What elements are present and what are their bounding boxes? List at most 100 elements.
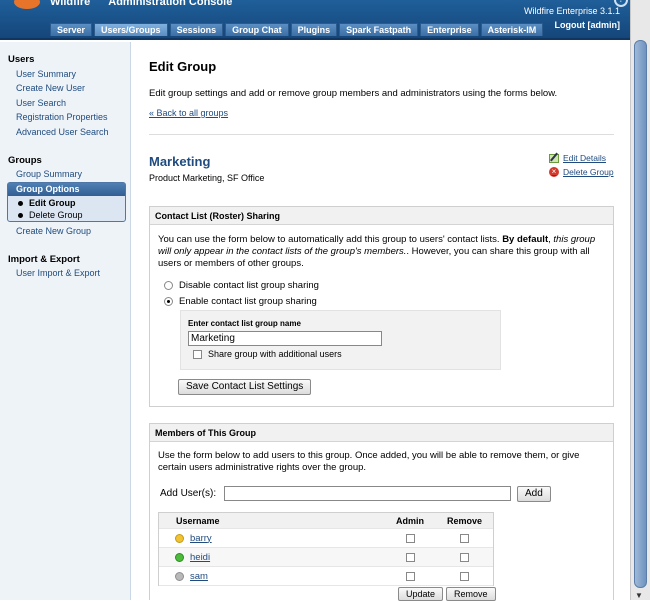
roster-description: You can use the form below to automatica… <box>158 234 603 270</box>
radio-button[interactable] <box>164 281 173 290</box>
delete-group-link[interactable]: × Delete Group <box>549 167 614 177</box>
status-offline-icon <box>175 571 184 581</box>
scroll-thumb[interactable] <box>634 40 647 588</box>
tab-group-chat[interactable]: Group Chat <box>225 23 289 36</box>
remove-cell <box>436 552 493 562</box>
group-description: Product Marketing, SF Office <box>149 173 265 183</box>
username-cell: barry <box>159 533 384 544</box>
add-users-label: Add User(s): <box>160 488 217 499</box>
edit-details-link[interactable]: Edit Details <box>549 153 606 163</box>
column-header-admin: Admin <box>396 515 424 526</box>
admin-cell <box>384 552 436 562</box>
sidebar-heading-users: Users <box>8 54 35 65</box>
radio-button[interactable] <box>164 297 173 306</box>
status-online-icon <box>175 552 184 562</box>
username-cell: heidi <box>159 552 384 563</box>
disable-sharing-radio[interactable]: Disable contact list group sharing <box>164 280 319 291</box>
share-additional-checkbox[interactable] <box>193 349 202 359</box>
brand-name: Wildfire <box>50 0 91 8</box>
add-user-button[interactable]: Add <box>517 486 551 502</box>
sidebar-item-registration-properties[interactable]: Registration Properties <box>16 112 108 122</box>
status-away-icon <box>175 533 184 543</box>
sidebar: Users User Summary Create New User User … <box>0 42 131 600</box>
table-row: barry <box>159 529 493 548</box>
radio-label: Disable contact list group sharing <box>179 280 319 291</box>
tab-server[interactable]: Server <box>50 23 93 36</box>
tab-sessions[interactable]: Sessions <box>169 23 224 36</box>
remove-checkbox[interactable] <box>460 571 469 581</box>
tab-asterisk-im[interactable]: Asterisk-IM <box>480 23 544 36</box>
update-button[interactable]: Update <box>398 587 444 601</box>
tab-users-groups[interactable]: Users/Groups <box>94 23 168 36</box>
console-title: Administration Console <box>108 0 233 8</box>
roster-text-1: You can use the form below to automatica… <box>158 234 503 245</box>
column-header-username: Username <box>176 515 220 526</box>
group-options-box: Group Options Edit Group Delete Group <box>7 182 126 222</box>
user-link[interactable]: heidi <box>190 552 210 563</box>
save-contact-list-button[interactable]: Save Contact List Settings <box>178 379 312 395</box>
wildfire-logo-icon <box>14 0 40 9</box>
share-settings-box: Enter contact list group name Share grou… <box>180 310 501 370</box>
members-panel-heading: Members of This Group <box>150 424 613 442</box>
bullet-icon <box>18 213 23 219</box>
scroll-down-arrow-icon[interactable]: ▼ <box>635 591 643 600</box>
sidebar-item-user-search[interactable]: User Search <box>16 98 66 108</box>
sidebar-heading-groups: Groups <box>8 155 42 166</box>
roster-text-bold: By default <box>502 234 549 245</box>
table-row: sam <box>159 567 493 586</box>
bullet-icon <box>18 201 23 207</box>
back-to-groups-link[interactable]: « Back to all groups <box>149 108 228 118</box>
remove-checkbox[interactable] <box>460 533 469 543</box>
sidebar-item-advanced-user-search[interactable]: Advanced User Search <box>16 127 109 137</box>
sidebar-heading-import-export: Import & Export <box>8 254 80 265</box>
sidebar-item-create-new-user[interactable]: Create New User <box>16 83 85 93</box>
sidebar-item-create-new-group[interactable]: Create New Group <box>16 226 91 236</box>
delete-icon: × <box>549 167 559 177</box>
roster-sharing-panel: Contact List (Roster) Sharing You can us… <box>149 206 614 407</box>
group-name: Marketing <box>149 154 211 169</box>
sidebar-item-label: Edit Group <box>29 198 76 208</box>
tab-enterprise[interactable]: Enterprise <box>420 23 479 36</box>
radio-label: Enable contact list group sharing <box>179 296 317 307</box>
admin-cell <box>384 571 436 581</box>
remove-cell <box>436 571 493 581</box>
column-header-remove: Remove <box>446 515 482 526</box>
sidebar-item-delete-group[interactable]: Delete Group <box>18 210 83 220</box>
main-content: Edit Group Edit group settings and add o… <box>131 42 630 601</box>
roster-panel-heading: Contact List (Roster) Sharing <box>150 207 613 225</box>
share-additional-row[interactable]: Share group with additional users <box>193 349 342 359</box>
remove-checkbox[interactable] <box>460 552 469 562</box>
sidebar-item-group-summary[interactable]: Group Summary <box>16 169 82 179</box>
tab-plugins[interactable]: Plugins <box>290 23 338 36</box>
user-link[interactable]: sam <box>190 571 208 582</box>
vertical-scrollbar[interactable]: ▼ <box>630 0 650 600</box>
user-link[interactable]: barry <box>190 533 212 544</box>
members-table: Username Admin Remove barry heidi sam <box>158 512 494 586</box>
members-description: Use the form below to add users to this … <box>158 450 580 473</box>
edit-icon <box>549 153 559 163</box>
group-name-label: Enter contact list group name <box>188 319 301 328</box>
tab-spark-fastpath[interactable]: Spark Fastpath <box>339 23 419 36</box>
logo-area: Wildfire Administration Console <box>14 0 232 10</box>
admin-checkbox[interactable] <box>405 571 415 581</box>
app-header: Wildfire Administration Console Wildfire… <box>0 0 630 40</box>
admin-checkbox[interactable] <box>405 552 415 562</box>
group-name-input[interactable] <box>188 331 382 346</box>
version-label: Wildfire Enterprise 3.1.1 <box>523 6 620 16</box>
sidebar-item-edit-group[interactable]: Edit Group <box>18 198 76 208</box>
edit-details-label: Edit Details <box>563 153 606 163</box>
logout-link[interactable]: Logout [admin] <box>555 20 620 30</box>
sidebar-item-user-import-export[interactable]: User Import & Export <box>16 268 100 278</box>
remove-button[interactable]: Remove <box>446 587 496 601</box>
delete-group-label: Delete Group <box>563 167 614 177</box>
add-users-input[interactable] <box>224 486 511 501</box>
table-row: heidi <box>159 548 493 567</box>
admin-checkbox[interactable] <box>405 533 415 543</box>
members-panel: Members of This Group Use the form below… <box>149 423 614 601</box>
enable-sharing-radio[interactable]: Enable contact list group sharing <box>164 296 317 307</box>
page-description: Edit group settings and add or remove gr… <box>149 88 558 99</box>
page-title: Edit Group <box>149 59 217 74</box>
sidebar-item-user-summary[interactable]: User Summary <box>16 69 76 79</box>
sidebar-item-label: Delete Group <box>29 210 83 220</box>
main-nav: Server Users/Groups Sessions Group Chat … <box>50 23 544 36</box>
